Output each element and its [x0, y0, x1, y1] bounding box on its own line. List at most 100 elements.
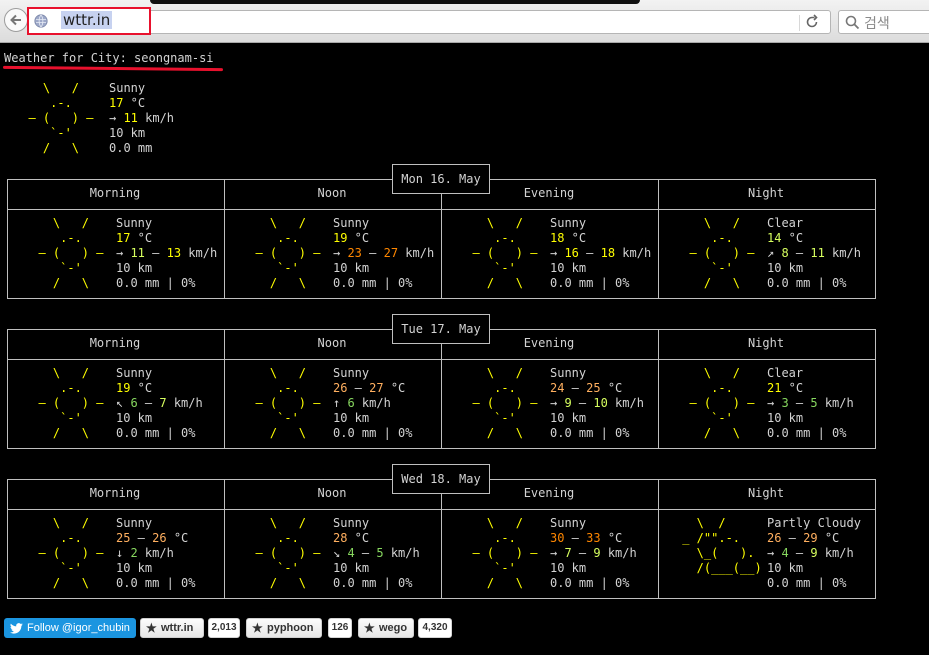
star-count[interactable]: 4,320: [418, 618, 452, 638]
wind-speed: 9: [564, 396, 572, 410]
condition: Sunny: [116, 366, 153, 380]
condition: Sunny: [109, 81, 146, 95]
sun-ascii-icon: \ / .-. ― ( ) ― `-' / \: [241, 516, 335, 590]
visibility: 10 km: [550, 561, 587, 575]
wind-speed: 4: [347, 546, 355, 560]
precipitation: 0.0 mm | 0%: [550, 426, 630, 440]
twitter-bird-icon: [10, 623, 23, 634]
back-button[interactable]: [4, 8, 28, 32]
url-text[interactable]: wttr.in: [61, 11, 113, 29]
period-weather: Sunny 26 – 27 °C ↑ 6 km/h 10 km 0.0 mm |…: [333, 366, 413, 440]
wind-speed: 16: [564, 246, 579, 260]
visibility: 10 km: [767, 561, 804, 575]
forecast-day-table: Morning \ / .-. ― ( ) ― `-' / \ Sunny 19…: [7, 314, 876, 449]
sun-ascii-icon: \ / .-. ― ( ) ― `-' / \: [241, 366, 335, 440]
sun-ascii-icon: \ / .-. ― ( ) ― `-' / \: [458, 516, 552, 590]
visibility: 10 km: [767, 261, 804, 275]
condition: Clear: [767, 366, 804, 380]
precipitation: 0.0 mm | 0%: [116, 426, 196, 440]
repo-name: pyphoon: [267, 622, 314, 634]
star-count[interactable]: 2,013: [208, 618, 240, 638]
date-label: Tue 17. May: [392, 314, 490, 344]
period-weather: Sunny 25 – 26 °C ↓ 2 km/h 10 km 0.0 mm |…: [116, 516, 196, 590]
wind-speed: 4: [781, 546, 789, 560]
date-label: Mon 16. May: [392, 164, 490, 194]
wind-direction: →: [550, 246, 565, 260]
wind-speed-high: 9: [810, 546, 818, 560]
star-button-wego[interactable]: ★ wego: [358, 618, 414, 638]
wind-speed-high: 11: [810, 246, 825, 260]
wind-direction: ↓: [116, 546, 131, 560]
temperature: 14: [767, 231, 782, 245]
precipitation: 0.0 mm | 0%: [116, 576, 196, 590]
reload-icon[interactable]: [804, 14, 820, 30]
sun-ascii-icon: \ / .-. ― ( ) ― `-' / \: [24, 216, 118, 290]
wind-speed: 8: [781, 246, 789, 260]
precipitation: 0.0 mm | 0%: [767, 576, 847, 590]
star-icon: ★: [252, 621, 263, 635]
period-weather: Sunny 19 °C → 23 – 27 km/h 10 km 0.0 mm …: [333, 216, 435, 290]
period-weather: Sunny 19 °C ↖ 6 – 7 km/h 10 km 0.0 mm | …: [116, 366, 203, 440]
sun-ascii-icon: \ / .-. ― ( ) ― `-' / \: [675, 366, 769, 440]
twitter-follow-button[interactable]: Follow @igor_chubin: [4, 618, 136, 638]
star-count[interactable]: 126: [328, 618, 352, 638]
visibility: 10 km: [109, 126, 146, 140]
period-label: Morning: [89, 186, 141, 200]
wind-speed: 23: [347, 246, 362, 260]
red-underline-annotation: [2, 65, 224, 72]
precipitation: 0.0 mm | 0%: [767, 426, 847, 440]
globe-icon: [34, 14, 48, 28]
address-bar-divider: [799, 15, 800, 31]
precipitation: 0.0 mm | 0%: [333, 576, 413, 590]
repo-name: wego: [379, 622, 408, 634]
temperature: 26: [333, 381, 348, 395]
star-button-wttr-in[interactable]: ★ wttr.in: [140, 618, 204, 638]
wind-direction: ↗: [767, 246, 782, 260]
visibility: 10 km: [116, 261, 153, 275]
star-button-pyphoon[interactable]: ★ pyphoon: [246, 618, 322, 638]
period-weather: Clear 14 °C ↗ 8 – 11 km/h 10 km 0.0 mm |…: [767, 216, 861, 290]
period-label: Night: [747, 186, 785, 200]
period-weather: Sunny 18 °C → 16 – 18 km/h 10 km 0.0 mm …: [550, 216, 652, 290]
condition: Sunny: [333, 516, 370, 530]
precipitation: 0.0 mm | 0%: [116, 276, 196, 290]
period-label: Night: [747, 486, 785, 500]
period-weather: Sunny 24 – 25 °C → 9 – 10 km/h 10 km 0.0…: [550, 366, 644, 440]
temperature: 24: [550, 381, 565, 395]
search-icon: [845, 15, 860, 30]
temperature: 18: [550, 231, 565, 245]
tab-strip-edge: [150, 0, 640, 4]
back-arrow-icon: [10, 14, 21, 26]
sun-ascii-icon: \ / .-. ― ( ) ― `-' / \: [24, 516, 118, 590]
visibility: 10 km: [116, 561, 153, 575]
url-highlight-box[interactable]: wttr.in: [27, 7, 151, 35]
precipitation: 0.0 mm | 0%: [550, 576, 630, 590]
sun-ascii-icon: \ / .-. ― ( ) ― `-' / \: [675, 216, 769, 290]
wind-speed-high: 10: [593, 396, 608, 410]
wind-speed-high: 27: [383, 246, 399, 260]
wind-direction: →: [333, 246, 348, 260]
condition: Clear: [767, 216, 804, 230]
search-box[interactable]: 검색: [838, 10, 929, 34]
temperature: 21: [767, 381, 782, 395]
condition: Sunny: [333, 366, 370, 380]
repo-name: wttr.in: [161, 622, 194, 634]
visibility: 10 km: [116, 411, 153, 425]
temperature: 19: [116, 381, 131, 395]
star-icon: ★: [364, 621, 375, 635]
sun-ascii-icon: \ / .-. ― ( ) ― `-' / \: [24, 366, 118, 440]
wind-speed: 7: [564, 546, 572, 560]
period-weather: Sunny 17 °C → 11 – 13 km/h 10 km 0.0 mm …: [116, 216, 218, 290]
wind-speed: 6: [130, 396, 138, 410]
forecast-day-table: Morning \ / .-. ― ( ) ― `-' / \ Sunny 25…: [7, 464, 876, 599]
temperature: 19: [333, 231, 348, 245]
search-placeholder: 검색: [864, 16, 890, 32]
condition: Sunny: [550, 516, 587, 530]
wind-direction: →: [767, 396, 782, 410]
temperature: 25: [116, 531, 131, 545]
wind-direction: ↘: [333, 546, 348, 560]
wind-direction: →: [550, 396, 565, 410]
wind-speed-high: 7: [159, 396, 167, 410]
period-label: Morning: [89, 336, 141, 350]
visibility: 10 km: [333, 561, 370, 575]
